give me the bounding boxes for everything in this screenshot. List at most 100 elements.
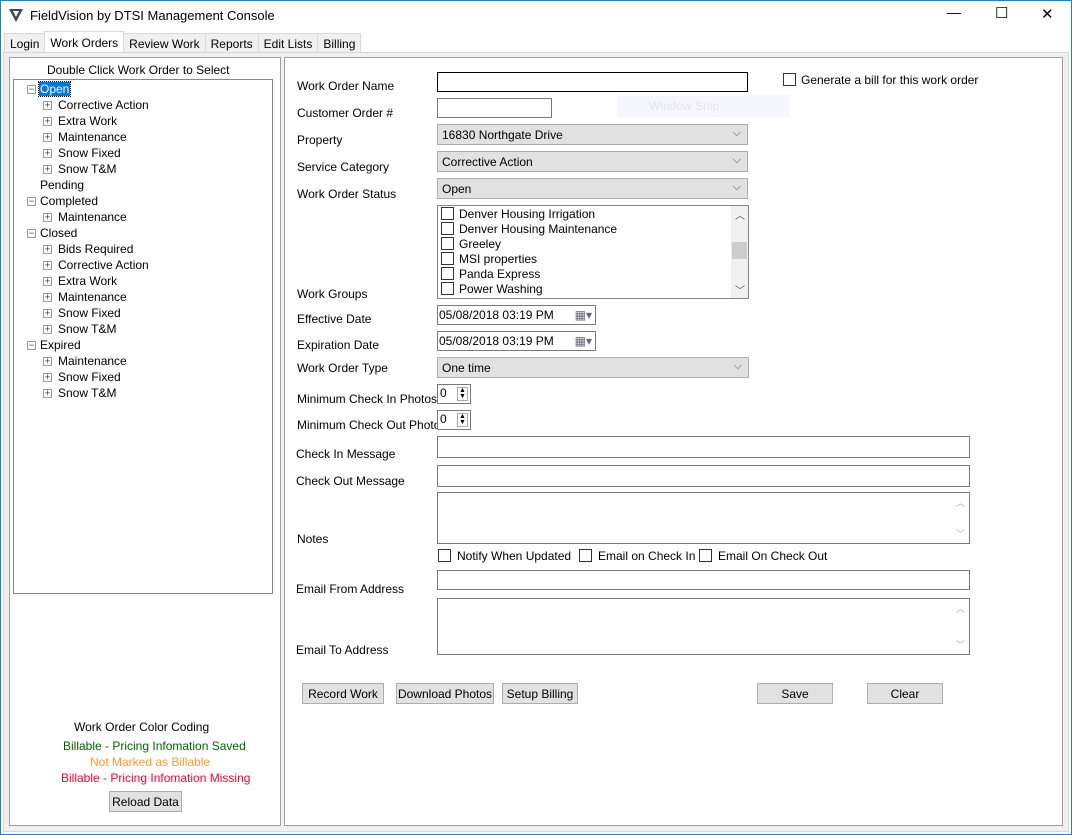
tree-node[interactable]: + Maintenance	[43, 289, 128, 305]
email-checkout-checkbox[interactable]	[699, 549, 712, 562]
work-group-item[interactable]: MSI properties	[441, 252, 537, 267]
service-category-select[interactable]: Corrective Action ⌵	[437, 151, 748, 172]
tree-node[interactable]: + Maintenance	[43, 353, 128, 369]
tree-node[interactable]: − Closed	[27, 225, 78, 241]
expand-icon[interactable]: +	[43, 101, 52, 110]
collapse-icon[interactable]: −	[27, 229, 36, 238]
work-group-checkbox[interactable]	[441, 222, 454, 235]
tree-node[interactable]: + Snow T&M	[43, 161, 117, 177]
tree-node[interactable]: − Expired	[27, 337, 82, 353]
property-select[interactable]: 16830 Northgate Drive ⌵	[437, 124, 748, 145]
expand-icon[interactable]: +	[43, 133, 52, 142]
expand-icon[interactable]: +	[43, 117, 52, 126]
work-group-item[interactable]: Denver Housing Irrigation	[441, 207, 595, 222]
checkin-message-input[interactable]	[437, 436, 970, 458]
work-groups-list[interactable]: ︿ ﹀ Denver Housing Irrigation Denver Hous…	[437, 205, 749, 299]
tree-node[interactable]: + Corrective Action	[43, 97, 150, 113]
work-group-checkbox[interactable]	[441, 282, 454, 295]
tab-review-work[interactable]: Review Work	[123, 33, 206, 52]
work-group-item[interactable]: Greeley	[441, 237, 501, 252]
generate-bill-checkbox[interactable]	[783, 73, 796, 86]
work-group-checkbox[interactable]	[441, 252, 454, 265]
checkout-message-input[interactable]	[437, 465, 970, 487]
notify-checkbox[interactable]	[438, 549, 451, 562]
expand-icon[interactable]: +	[43, 357, 52, 366]
work-group-checkbox[interactable]	[441, 207, 454, 220]
tree-node[interactable]: − Open	[27, 81, 72, 97]
expand-icon[interactable]: +	[43, 277, 52, 286]
expand-icon[interactable]: +	[43, 293, 52, 302]
calendar-icon[interactable]: ▦▾	[575, 308, 592, 322]
tree-node[interactable]: + Bids Required	[43, 241, 134, 257]
spin-icon[interactable]: ▲ ▼	[457, 387, 468, 401]
expand-icon[interactable]: +	[43, 309, 52, 318]
expand-icon[interactable]: +	[43, 325, 52, 334]
clear-button[interactable]: Clear	[867, 683, 943, 704]
work-group-checkbox[interactable]	[441, 237, 454, 250]
work-group-item[interactable]: Power Washing	[441, 282, 543, 297]
calendar-icon[interactable]: ▦▾	[575, 334, 592, 348]
tab-login[interactable]: Login	[4, 33, 46, 52]
email-checkin-checkbox[interactable]	[579, 549, 592, 562]
work-order-tree[interactable]: − Open + Corrective Action + Extra Work + Maint…	[13, 79, 273, 594]
tab-work-orders[interactable]: Work Orders	[44, 31, 125, 52]
tree-node[interactable]: + Extra Work	[43, 113, 118, 129]
work-groups-scrollbar[interactable]: ︿ ﹀	[731, 206, 748, 298]
tree-node[interactable]: + Snow Fixed	[43, 369, 122, 385]
maximize-button[interactable]: ☐	[995, 4, 1008, 22]
tree-node[interactable]: Pending	[39, 177, 85, 193]
collapse-icon[interactable]: −	[27, 197, 36, 206]
scroll-up-icon[interactable]: ︿	[956, 496, 965, 509]
collapse-icon[interactable]: −	[27, 85, 36, 94]
tree-node[interactable]: + Snow Fixed	[43, 145, 122, 161]
tree-node[interactable]: + Snow T&M	[43, 321, 117, 337]
scroll-thumb[interactable]	[732, 242, 747, 259]
tree-node[interactable]: − Completed	[27, 193, 99, 209]
download-photos-button[interactable]: Download Photos	[396, 683, 494, 704]
minimize-button[interactable]: —	[947, 4, 961, 20]
record-work-button[interactable]: Record Work	[302, 683, 384, 704]
tree-node[interactable]: + Maintenance	[43, 209, 128, 225]
reload-data-button[interactable]: Reload Data	[109, 791, 182, 812]
setup-billing-button[interactable]: Setup Billing	[502, 683, 578, 704]
min-checkout-stepper[interactable]: 0 ▲ ▼	[437, 410, 471, 430]
spin-icon[interactable]: ▲ ▼	[457, 413, 468, 427]
work-group-checkbox[interactable]	[441, 267, 454, 280]
scroll-down-icon[interactable]: ﹀	[735, 282, 745, 297]
expand-icon[interactable]: +	[43, 261, 52, 270]
email-to-textarea[interactable]: ︿ ﹀	[437, 598, 970, 655]
customer-order-input[interactable]	[437, 98, 552, 118]
expiration-date-picker[interactable]: 05/08/2018 03:19 PM ▦▾	[437, 331, 596, 351]
work-order-name-input[interactable]	[437, 72, 748, 92]
scroll-down-icon[interactable]: ﹀	[956, 638, 965, 651]
effective-date-picker[interactable]: 05/08/2018 03:19 PM ▦▾	[437, 305, 596, 325]
scroll-down-icon[interactable]: ﹀	[956, 527, 965, 540]
collapse-icon[interactable]: −	[27, 341, 36, 350]
expand-icon[interactable]: +	[43, 149, 52, 158]
tree-node[interactable]: + Maintenance	[43, 129, 128, 145]
work-group-item[interactable]: Panda Express	[441, 267, 540, 282]
min-checkin-stepper[interactable]: 0 ▲ ▼	[437, 384, 471, 404]
expand-icon[interactable]: +	[43, 213, 52, 222]
type-select[interactable]: One time ⌵	[437, 357, 749, 378]
scroll-up-icon[interactable]: ︿	[956, 602, 965, 615]
tree-node[interactable]: + Snow Fixed	[43, 305, 122, 321]
expand-icon[interactable]: +	[43, 245, 52, 254]
effective-date-value: 05/08/2018 03:19 PM	[439, 308, 554, 322]
tree-node[interactable]: + Snow T&M	[43, 385, 117, 401]
tree-node[interactable]: + Extra Work	[43, 273, 118, 289]
expand-icon[interactable]: +	[43, 389, 52, 398]
work-group-item[interactable]: Denver Housing Maintenance	[441, 222, 617, 237]
tab-reports[interactable]: Reports	[204, 33, 259, 52]
notes-textarea[interactable]: ︿ ﹀	[437, 492, 970, 544]
expand-icon[interactable]: +	[43, 373, 52, 382]
tree-node[interactable]: + Corrective Action	[43, 257, 150, 273]
email-from-input[interactable]	[437, 570, 970, 590]
save-button[interactable]: Save	[757, 683, 833, 704]
expand-icon[interactable]: +	[43, 165, 52, 174]
tab-billing[interactable]: Billing	[317, 33, 362, 52]
scroll-up-icon[interactable]: ︿	[735, 207, 745, 222]
tab-edit-lists[interactable]: Edit Lists	[257, 33, 319, 52]
close-button[interactable]: ✕	[1041, 5, 1054, 23]
status-select[interactable]: Open ⌵	[437, 178, 748, 199]
